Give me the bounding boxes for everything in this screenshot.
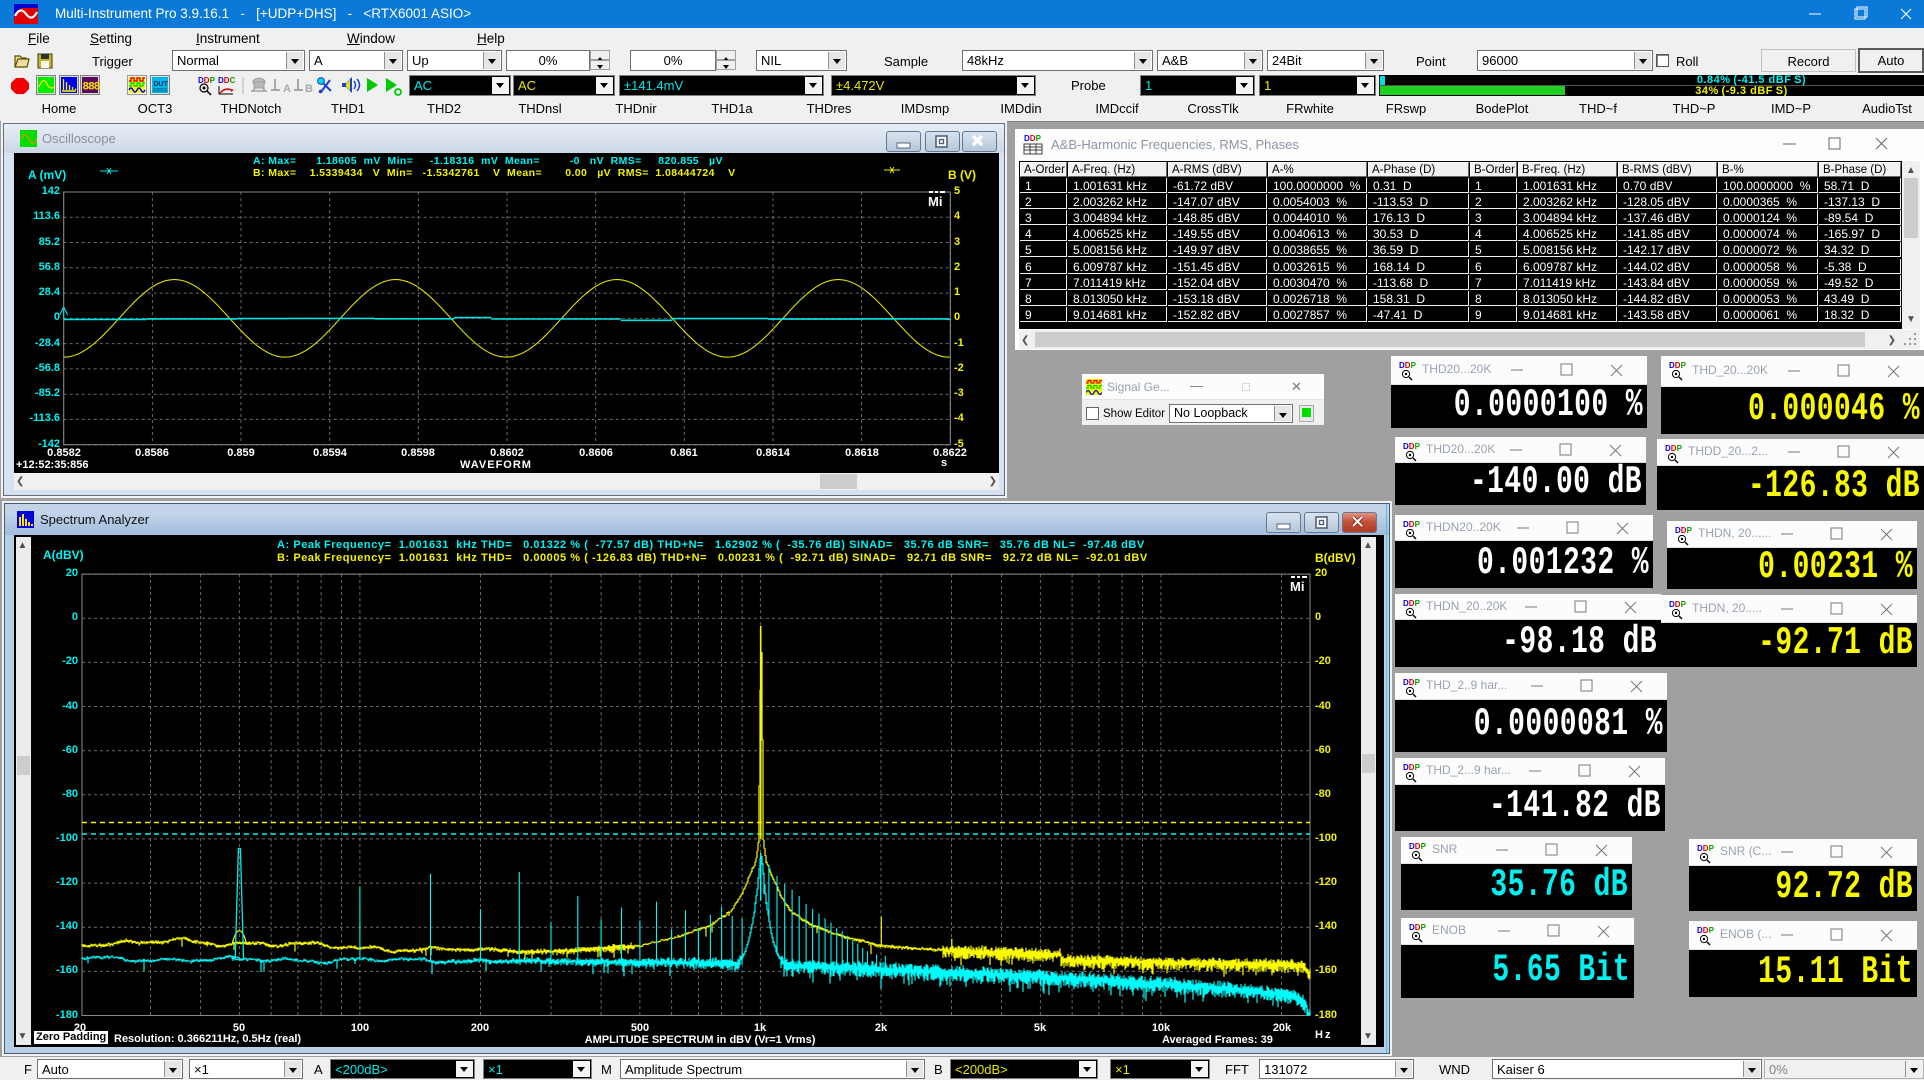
svg-text:B: B (305, 83, 313, 95)
svg-text:DDP: DDP (1409, 923, 1427, 932)
svg-text:DDP: DDP (1403, 763, 1421, 772)
svg-text:DDP: DDP (1399, 361, 1417, 370)
svg-text:DDP: DDP (198, 76, 216, 85)
svg-text:DDP: DDP (1403, 442, 1421, 451)
svg-text:A: A (283, 83, 291, 95)
svg-text:DDP: DDP (1403, 520, 1421, 529)
svg-text:888: 888 (83, 82, 101, 94)
svg-text:DDP: DDP (1024, 134, 1042, 143)
svg-text:DUT: DUT (154, 81, 169, 88)
svg-text:DDP: DDP (1665, 444, 1683, 453)
svg-text:DDP: DDP (1669, 361, 1687, 370)
svg-text:DDP: DDP (1697, 844, 1715, 853)
svg-text:DDP: DDP (1403, 599, 1421, 608)
svg-text:DDP: DDP (1669, 600, 1687, 609)
svg-text:DDP: DDP (1409, 842, 1427, 851)
svg-text:DDP: DDP (1675, 526, 1693, 535)
svg-text:DDC: DDC (218, 76, 236, 85)
svg-text:DDP: DDP (1403, 678, 1421, 687)
svg-text:DDP: DDP (1697, 926, 1715, 935)
